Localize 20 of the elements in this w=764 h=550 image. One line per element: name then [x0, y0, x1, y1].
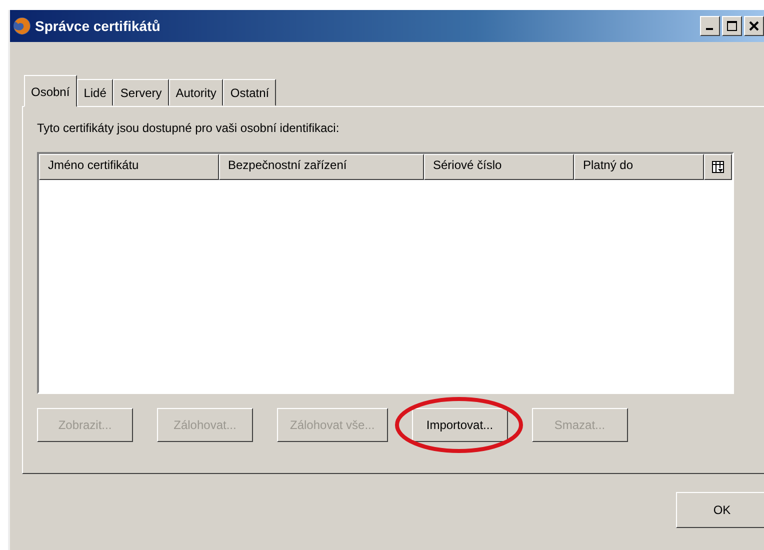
- tab[interactable]: Osobní: [24, 75, 77, 107]
- maximize-button[interactable]: [722, 16, 742, 36]
- fox-globe-icon: [12, 16, 32, 36]
- tab[interactable]: Autority: [168, 79, 224, 106]
- description-text: Tyto certifikáty jsou dostupné pro vaši osobní identifikaci:: [37, 121, 340, 135]
- close-button[interactable]: [744, 16, 764, 36]
- maximize-icon: [727, 21, 737, 31]
- column-header[interactable]: Sériové číslo: [424, 154, 574, 180]
- tab[interactable]: Servery: [113, 79, 169, 106]
- ok-button[interactable]: OK: [676, 492, 764, 528]
- column-header[interactable]: Bezpečnostní zařízení: [219, 154, 424, 180]
- tab[interactable]: Lidé: [76, 79, 114, 106]
- minimize-button[interactable]: [700, 16, 720, 36]
- column-picker-icon[interactable]: [704, 154, 732, 180]
- tab[interactable]: Ostatní: [223, 79, 276, 106]
- action-button[interactable]: Importovat...: [412, 408, 508, 442]
- close-icon: [749, 21, 759, 31]
- column-header[interactable]: Jméno certifikátu: [39, 154, 219, 180]
- window-title: Správce certifikátů: [35, 18, 160, 34]
- column-header[interactable]: Platný do: [574, 154, 704, 180]
